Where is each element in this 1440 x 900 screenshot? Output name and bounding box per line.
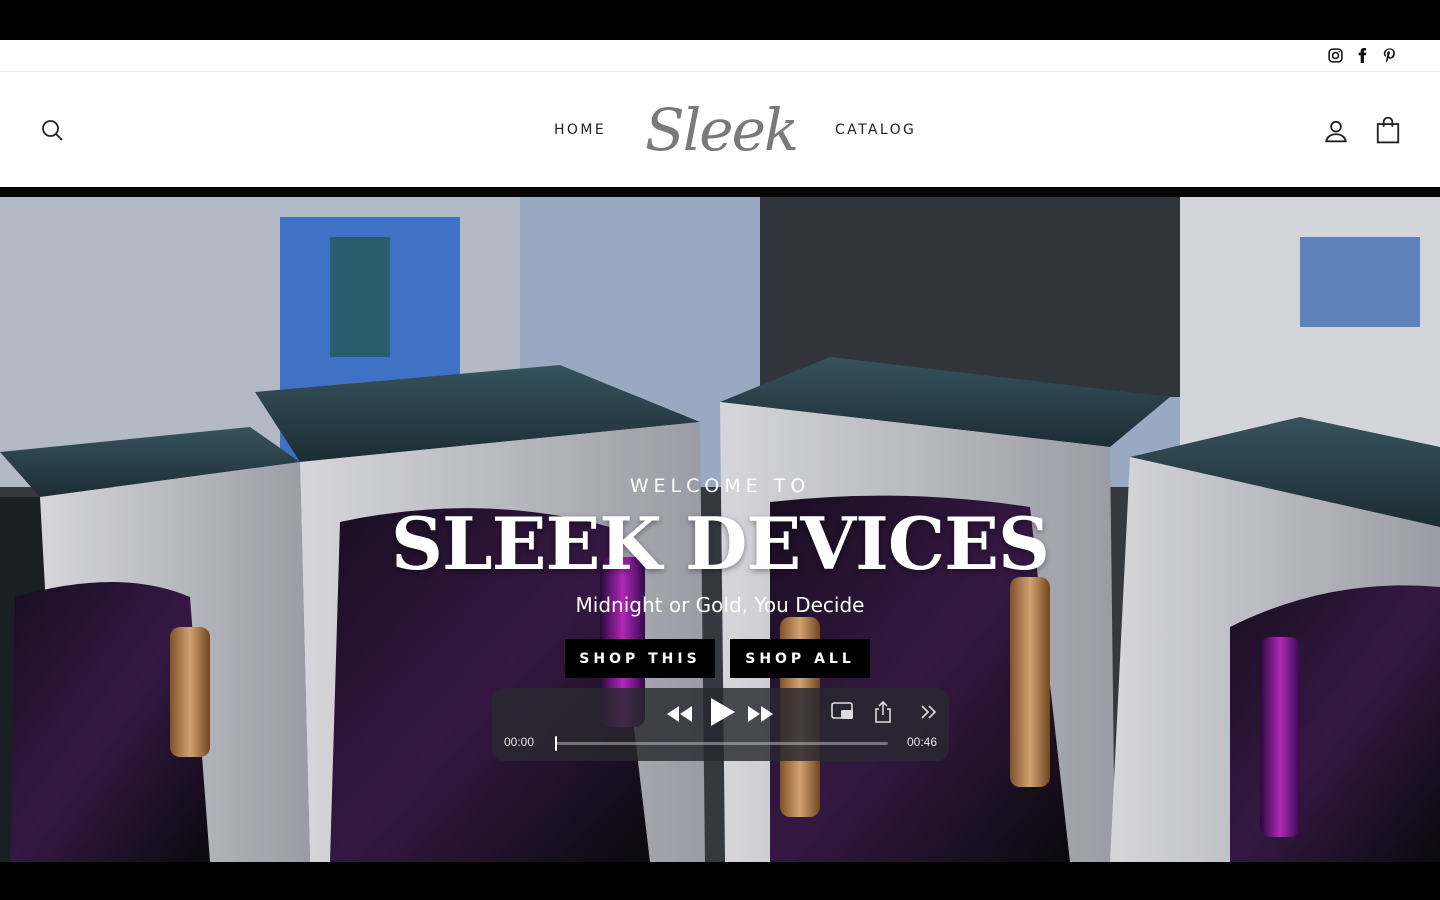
video-player-controls: 00:00 00:46 <box>492 688 949 761</box>
sleek-logo[interactable]: Sleek <box>645 90 799 170</box>
rewind-icon[interactable] <box>666 704 694 724</box>
share-icon[interactable] <box>872 700 894 724</box>
pinterest-icon[interactable] <box>1381 47 1398 64</box>
bottom-black-bar <box>0 862 1440 900</box>
current-time: 00:00 <box>504 735 535 749</box>
hero-video[interactable]: WELCOME TO SLEEK DEVICES Midnight or Gol… <box>0 197 1440 862</box>
hero-title: SLEEK DEVICES <box>390 501 1050 586</box>
social-links <box>1327 47 1398 64</box>
progress-thumb[interactable] <box>555 736 557 751</box>
progress-bar[interactable] <box>555 736 888 751</box>
user-icon[interactable] <box>1323 118 1349 144</box>
site-header: HOME Sleek CATALOG <box>0 72 1440 187</box>
search-icon[interactable] <box>40 118 64 142</box>
duration-time: 00:46 <box>906 735 937 749</box>
utility-bar <box>0 40 1440 72</box>
more-icon[interactable] <box>917 702 941 722</box>
welcome-text: WELCOME TO <box>629 475 811 497</box>
shop-all-button[interactable]: SHOP ALL <box>730 639 870 678</box>
shop-this-button[interactable]: SHOP THIS <box>565 639 715 678</box>
shopping-bag-icon[interactable] <box>1375 116 1401 144</box>
instagram-icon[interactable] <box>1327 47 1344 64</box>
play-icon[interactable] <box>708 697 736 727</box>
fast-forward-icon[interactable] <box>746 704 774 724</box>
top-black-bar <box>0 0 1440 40</box>
nav-catalog[interactable]: CATALOG <box>835 122 916 138</box>
picture-in-picture-icon[interactable] <box>831 701 855 723</box>
facebook-icon[interactable] <box>1354 47 1371 64</box>
nav-home[interactable]: HOME <box>554 122 606 138</box>
hero-subtitle: Midnight or Gold, You Decide <box>575 593 865 617</box>
header-divider <box>0 187 1440 197</box>
